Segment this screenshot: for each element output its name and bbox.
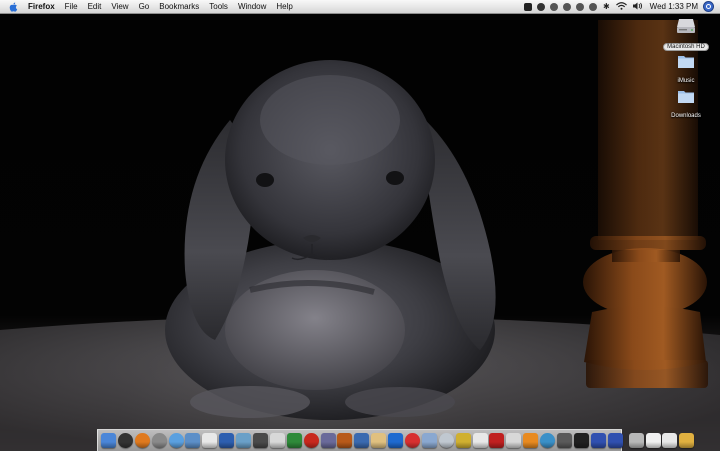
dock-docs (628, 433, 697, 448)
dock (97, 429, 695, 451)
rabbit-photo (0, 20, 720, 451)
desktop-icon-downloads[interactable]: Downloads (656, 88, 716, 122)
preview-icon[interactable] (236, 433, 252, 448)
network-icon[interactable] (540, 433, 556, 448)
textedit-icon[interactable] (202, 433, 218, 448)
word-icon[interactable] (219, 433, 235, 448)
menu-view[interactable]: View (106, 0, 133, 13)
dashboard-icon[interactable] (117, 433, 133, 448)
vlc-icon[interactable] (523, 433, 539, 448)
trash-icon[interactable] (679, 433, 695, 448)
keynote-icon[interactable] (405, 433, 421, 448)
finder-icon[interactable] (101, 433, 116, 448)
menu-help[interactable]: Help (271, 0, 297, 13)
desktop-icon-label: Macintosh HD (663, 43, 709, 51)
minimized-window-icon[interactable] (645, 433, 661, 448)
garageband-icon[interactable] (388, 433, 404, 448)
grab-icon[interactable] (253, 433, 269, 448)
mail-icon[interactable] (455, 433, 471, 448)
wifi-icon[interactable] (615, 1, 627, 12)
flash-icon[interactable] (303, 433, 319, 448)
menu-bookmarks[interactable]: Bookmarks (154, 0, 204, 13)
spotlight-icon[interactable] (703, 1, 714, 12)
play-icon[interactable] (563, 2, 572, 11)
pages-icon[interactable] (421, 433, 437, 448)
skype-icon[interactable] (489, 433, 505, 448)
airplane-icon[interactable] (590, 433, 606, 448)
imovie-icon[interactable] (337, 433, 353, 448)
volume-icon[interactable] (632, 2, 643, 12)
menu-file[interactable]: File (60, 0, 83, 13)
calendar-icon[interactable] (472, 433, 488, 448)
system-preferences-icon[interactable] (151, 433, 167, 448)
menu-bar: Firefox File Edit View Go Bookmarks Tool… (0, 0, 720, 14)
dock-apps (101, 433, 625, 448)
bluetooth-icon[interactable]: ✱ (603, 2, 610, 11)
script-icon[interactable] (524, 2, 533, 11)
menu-clock[interactable]: Wed 1:33 PM (646, 2, 703, 11)
moon-icon[interactable] (537, 2, 546, 11)
safari-icon[interactable] (438, 433, 454, 448)
apple-menu-icon[interactable] (8, 2, 18, 12)
desktop-icon-label: Downloads (671, 113, 701, 119)
yahoo-widget-icon[interactable] (573, 433, 589, 448)
desktop-screen: Firefox File Edit View Go Bookmarks Tool… (0, 0, 720, 451)
activity-monitor-icon[interactable] (286, 433, 302, 448)
desktop-icon-label: iMusic (677, 78, 695, 84)
minimized-window-icon-2[interactable] (662, 433, 678, 448)
desktop-icon-macintosh-hd[interactable]: Macintosh HD (656, 17, 716, 53)
eject-icon[interactable] (589, 2, 598, 11)
firefox-icon[interactable] (134, 433, 150, 448)
final-cut-icon[interactable] (354, 433, 370, 448)
menu-app-firefox[interactable]: Firefox (24, 0, 60, 13)
menu-edit[interactable]: Edit (83, 0, 107, 13)
desktop-icon-imusic[interactable]: iMusic (656, 53, 716, 87)
idvd-icon[interactable] (371, 433, 387, 448)
folder-icon (678, 91, 694, 103)
forward-icon[interactable] (576, 2, 585, 11)
ipod-icon[interactable] (506, 433, 522, 448)
rewind-icon[interactable] (550, 2, 559, 11)
folder-icon (678, 56, 694, 68)
menu-go[interactable]: Go (134, 0, 155, 13)
menu-extras: ✱ Wed 1:33 PM (522, 0, 720, 13)
menu-window[interactable]: Window (233, 0, 271, 13)
itunes-icon[interactable] (168, 433, 184, 448)
desktop-wallpaper (0, 0, 720, 451)
photoshop-icon[interactable] (320, 433, 336, 448)
hard-drive-icon (677, 19, 695, 33)
uploader-icon[interactable] (607, 433, 623, 448)
ical-icon[interactable] (269, 433, 285, 448)
iphoto-icon[interactable] (185, 433, 201, 448)
menu-tools[interactable]: Tools (204, 0, 233, 13)
calculator-icon[interactable] (557, 433, 573, 448)
web-docs-icon[interactable] (628, 433, 644, 448)
